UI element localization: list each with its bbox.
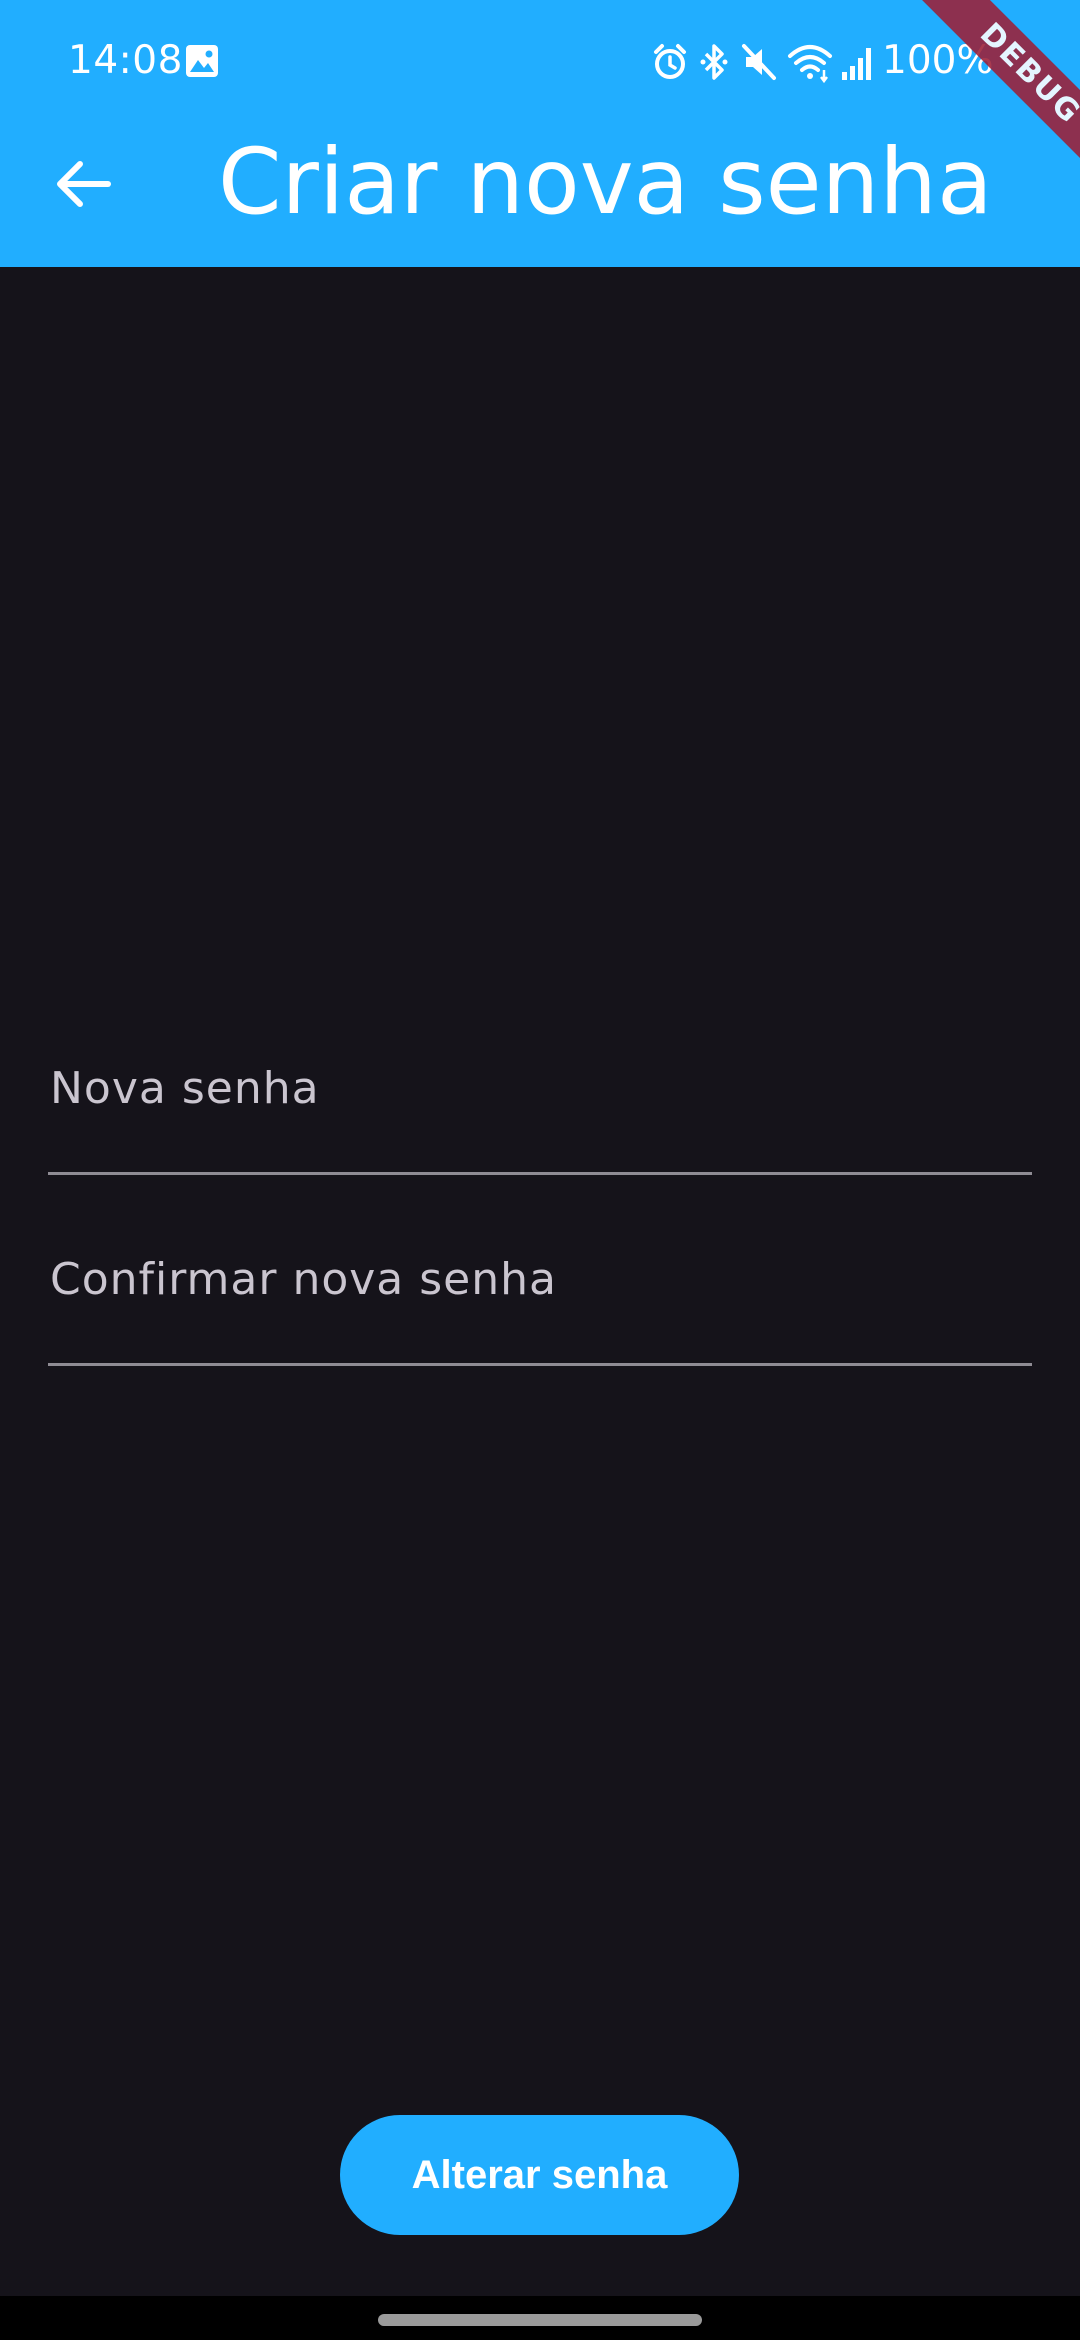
change-password-button[interactable]: Alterar senha: [340, 2115, 739, 2235]
gallery-icon: [184, 43, 220, 79]
back-button[interactable]: [42, 144, 126, 228]
wifi-icon: [786, 40, 834, 89]
alarm-icon: [652, 40, 688, 89]
page-title: Criar nova senha: [218, 130, 993, 235]
confirm-password-field[interactable]: Confirmar nova senha: [48, 1248, 1032, 1366]
status-bar: 14:08 100%: [0, 30, 1080, 94]
new-password-label: Nova senha: [50, 1063, 320, 1114]
home-indicator[interactable]: [378, 2314, 702, 2326]
signal-icon: [840, 40, 874, 89]
mute-icon: [740, 40, 778, 89]
confirm-password-label: Confirmar nova senha: [50, 1254, 557, 1305]
arrow-back-icon: [42, 161, 126, 232]
status-time: 14:08: [68, 38, 183, 83]
new-password-field[interactable]: Nova senha: [48, 1055, 1032, 1175]
app-bar: 14:08 100% Criar nova senha DEBUG: [0, 0, 1080, 267]
bluetooth-icon: [700, 40, 728, 89]
